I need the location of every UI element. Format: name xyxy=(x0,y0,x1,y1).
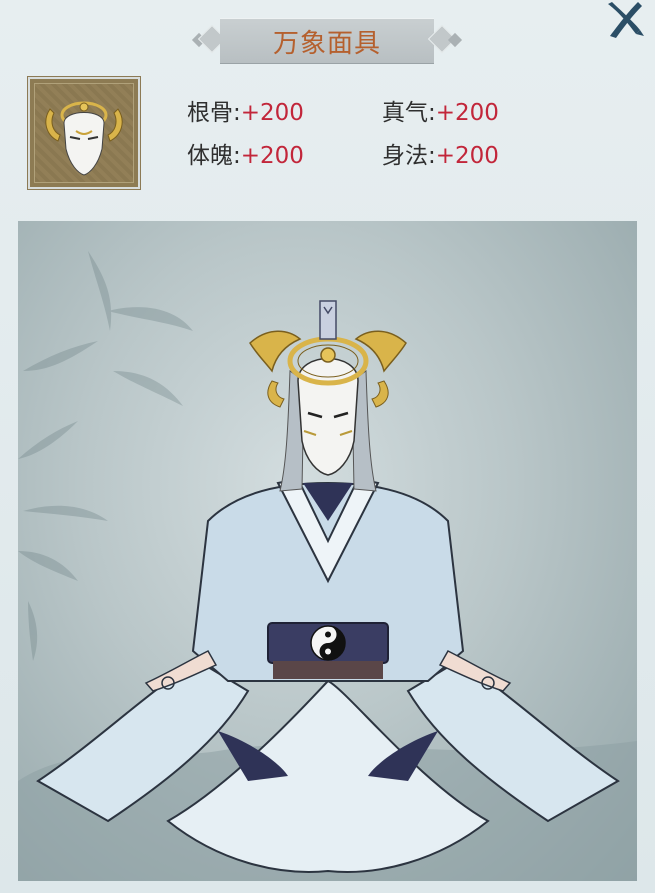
close-x-icon xyxy=(608,2,644,38)
stat-separator: : xyxy=(428,100,436,126)
close-button[interactable] xyxy=(600,0,650,42)
stat-label: 真气 xyxy=(382,100,428,126)
stat-gengu: 根骨:+200 xyxy=(187,93,304,127)
stat-label: 身法 xyxy=(382,143,428,169)
character-wearing-mask-illustration xyxy=(18,251,637,881)
bamboo-leaves-decoration xyxy=(18,251,193,661)
stat-value: +200 xyxy=(435,143,499,169)
stat-zhenqi: 真气:+200 xyxy=(382,93,499,127)
character-portrait xyxy=(18,221,637,881)
item-detail-panel: 万象面具 根骨:+200 真气:+200 体魄:+200 身法:+200 xyxy=(0,0,655,893)
stat-label: 根骨 xyxy=(187,100,233,126)
stat-shenfa: 身法:+200 xyxy=(382,136,499,170)
stat-tipo: 体魄:+200 xyxy=(187,136,304,170)
white-mask-with-gold-crown-icon xyxy=(45,101,123,176)
stat-value: +200 xyxy=(240,143,304,169)
title-banner: 万象面具 xyxy=(191,18,463,64)
stat-separator: : xyxy=(428,143,436,169)
item-title: 万象面具 xyxy=(272,28,381,59)
stat-value: +200 xyxy=(240,100,304,126)
stat-separator: : xyxy=(233,100,241,126)
stat-separator: : xyxy=(233,143,241,169)
item-icon-frame[interactable] xyxy=(27,76,141,190)
stat-label: 体魄 xyxy=(187,143,233,169)
stat-value: +200 xyxy=(435,100,499,126)
title-bar: 万象面具 xyxy=(220,18,434,64)
